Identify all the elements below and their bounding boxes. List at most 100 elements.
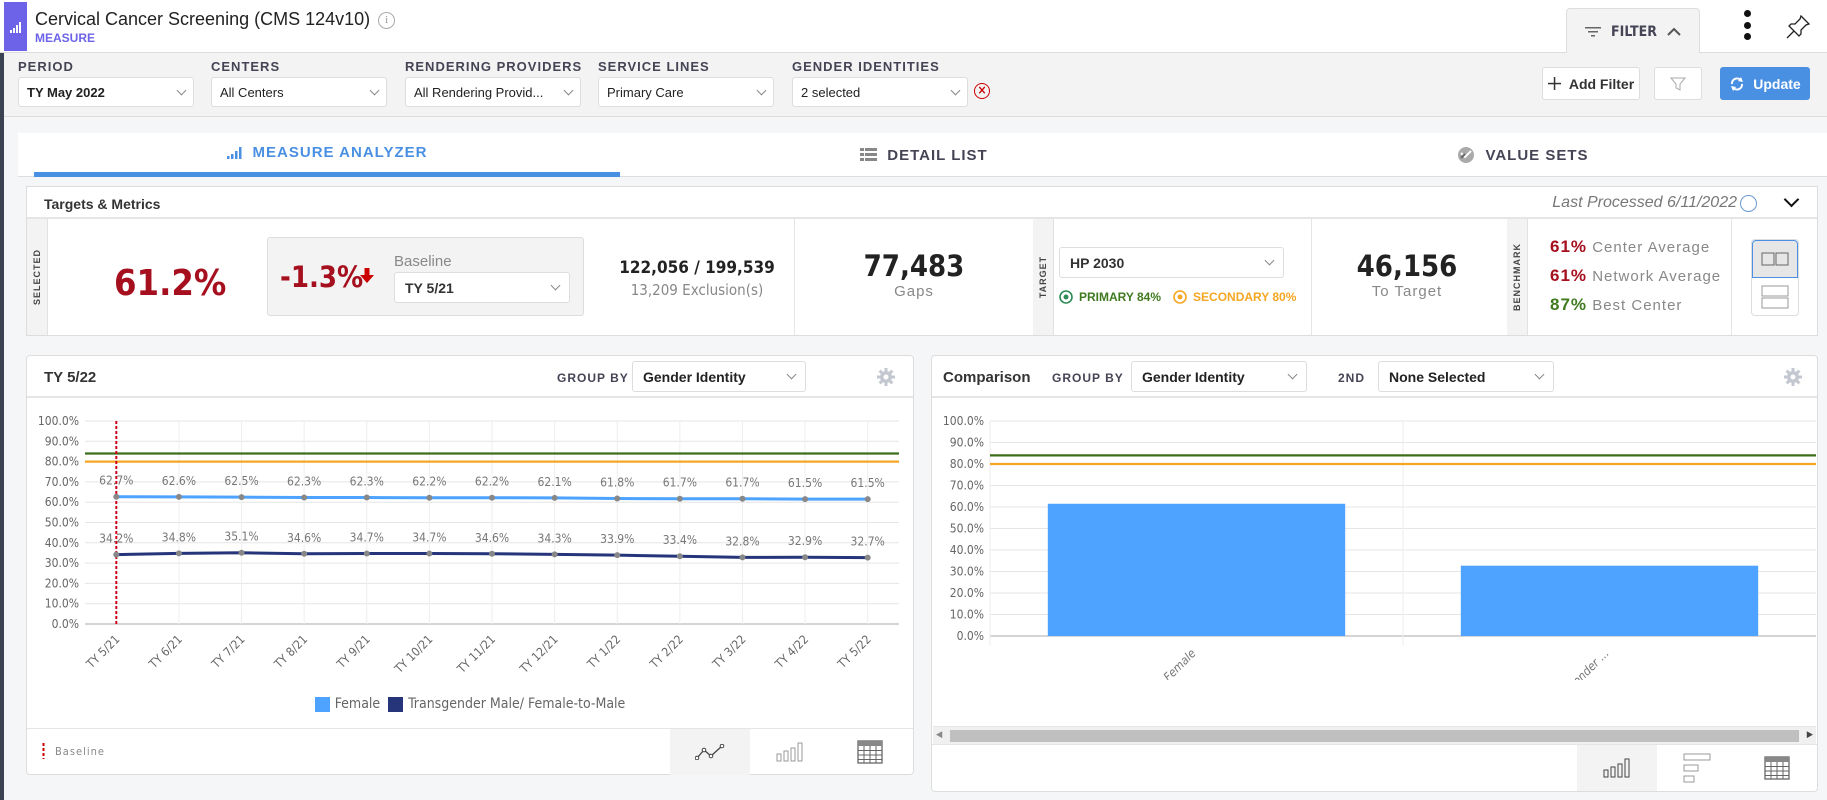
x-tick-label: Transgender ... (1544, 646, 1611, 680)
comparison-group-by-select[interactable]: Gender Identity (1131, 361, 1307, 392)
gender-identities-select[interactable]: 2 selected (792, 77, 968, 107)
stacked-layout-button[interactable] (1752, 278, 1798, 315)
x-tick-label: TY 5/22 (834, 632, 873, 671)
data-label: 61.5% (788, 476, 822, 490)
targets-metrics-panel: Targets & Metrics Last Processed 6/11/20… (26, 186, 1818, 336)
tab-measure-analyzer[interactable]: MEASURE ANALYZER (34, 133, 620, 177)
second-group-select[interactable]: None Selected (1378, 361, 1554, 392)
target-select[interactable]: HP 2030 (1059, 247, 1284, 278)
service-lines-select[interactable]: Primary Care (598, 77, 774, 107)
table-icon (857, 740, 883, 764)
trend-panel-title: TY 5/22 (44, 369, 97, 386)
data-point (864, 554, 871, 561)
to-target-value: 46,156 (1356, 249, 1458, 283)
gear-icon[interactable] (1784, 368, 1802, 386)
data-point (739, 554, 746, 561)
legend-item-transgender[interactable]: Transgender Male/ Female-to-Male (388, 696, 625, 712)
rendering-providers-select[interactable]: All Rendering Provid... (405, 77, 581, 107)
y-tick-label: 20.0% (45, 576, 79, 590)
group-by-select[interactable]: Gender Identity (632, 361, 806, 392)
data-label: 32.8% (725, 534, 759, 548)
benchmark-list: 61% Center Average 61% Network Average 8… (1550, 237, 1721, 324)
numerator-denominator: 122,056 / 199,539 (619, 258, 775, 278)
scroll-left-icon[interactable]: ◀ (936, 730, 942, 740)
baseline-dash-icon (42, 743, 45, 759)
data-label: 34.6% (475, 531, 509, 545)
data-point (802, 554, 809, 561)
centers-label: CENTERS (211, 59, 281, 74)
gender-identities-label: GENDER IDENTITIES (792, 59, 940, 74)
data-label: 61.7% (663, 476, 697, 490)
scroll-right-icon[interactable]: ▶ (1807, 730, 1813, 740)
baseline-value: TY 5/21 (405, 279, 454, 296)
y-tick-label: 10.0% (950, 608, 984, 622)
chevron-down-icon (1287, 369, 1298, 380)
clear-filter-icon[interactable]: × (974, 83, 990, 99)
data-label: 62.3% (350, 475, 384, 489)
add-filter-label: Add Filter (1568, 75, 1635, 92)
targets-metrics-header: Targets & Metrics Last Processed 6/11/20… (27, 187, 1817, 219)
y-tick-label: 80.0% (45, 455, 79, 469)
data-label: 34.8% (162, 530, 196, 544)
side-by-side-layout-button[interactable] (1752, 240, 1798, 278)
bar-chart-view-button[interactable] (1577, 745, 1657, 791)
comparison-bar-chart: 0.0% 10.0% 20.0% 30.0% 40.0% 50.0% 60.0% 70.0% 8… (943, 414, 1816, 680)
data-point (551, 551, 558, 558)
centers-value: All Centers (220, 84, 284, 100)
service-lines-filter: SERVICE LINES Primary Care (598, 59, 774, 107)
table-view-button[interactable] (830, 729, 910, 775)
x-tick-label: TY 6/21 (146, 632, 185, 671)
centers-select[interactable]: All Centers (211, 77, 387, 107)
x-tick-label: TY 3/22 (709, 632, 748, 671)
data-point (489, 494, 495, 501)
baseline-select[interactable]: TY 5/21 (394, 272, 570, 303)
benchmark-network-average: 61% Network Average (1550, 266, 1721, 295)
data-point (113, 551, 120, 558)
more-options-icon[interactable] (1740, 10, 1754, 40)
line-chart-view-button[interactable] (670, 729, 750, 775)
rendering-providers-label: RENDERING PROVIDERS (405, 59, 583, 74)
info-icon[interactable]: i (378, 12, 396, 29)
scrollbar-thumb[interactable] (950, 730, 1799, 742)
service-lines-label: SERVICE LINES (598, 59, 710, 74)
bar-chart-view-button[interactable] (750, 729, 830, 775)
tab-value-sets[interactable]: VALUE SETS (1228, 133, 1818, 177)
legend-label: Transgender Male/ Female-to-Male (408, 696, 626, 712)
table-view-button[interactable] (1737, 745, 1817, 791)
bar (1047, 503, 1346, 636)
refresh-icon (1731, 76, 1744, 91)
chevron-down-icon[interactable] (1783, 191, 1800, 208)
y-tick-label: 40.0% (950, 543, 984, 557)
filter-tab-label: FILTER (1611, 23, 1657, 40)
data-label: 34.7% (412, 531, 446, 545)
data-label: 32.7% (851, 535, 885, 549)
benchmark-label-text: Best Center (1592, 297, 1683, 314)
page-subtitle: MEASURE (35, 31, 96, 45)
comparison-panel: Comparison GROUP BY Gender Identity 2ND … (931, 355, 1818, 792)
update-button[interactable]: Update (1720, 67, 1810, 100)
data-label: 34.6% (287, 531, 321, 545)
benchmark-value: 61% (1550, 266, 1588, 285)
chevron-down-icon (176, 85, 187, 95)
filter-toggle-tab[interactable]: FILTER (1566, 8, 1700, 54)
add-filter-button[interactable]: Add Filter (1542, 67, 1640, 100)
period-select[interactable]: TY May 2022 (18, 77, 194, 107)
horizontal-bar-view-button[interactable] (1657, 745, 1737, 791)
table-icon (1764, 756, 1790, 780)
layout-toggle (1751, 239, 1799, 316)
selected-section-label: SELECTED (27, 219, 48, 335)
group-by-label: GROUP BY (1052, 371, 1124, 385)
tab-detail-list[interactable]: DETAIL LIST (624, 133, 1224, 177)
horizontal-scrollbar[interactable]: ◀ ▶ (933, 726, 1816, 744)
group-by-value: Gender Identity (1142, 368, 1245, 385)
service-lines-value: Primary Care (607, 84, 684, 100)
pin-icon[interactable] (1785, 14, 1811, 40)
data-label: 34.3% (537, 531, 571, 545)
filter-funnel-button[interactable] (1654, 67, 1702, 100)
legend-item-female[interactable]: Female (314, 696, 380, 712)
gear-icon[interactable] (877, 368, 895, 386)
side-strip (0, 0, 4, 800)
data-point (238, 549, 245, 556)
y-tick-label: 50.0% (950, 522, 984, 536)
divider (1731, 219, 1732, 335)
